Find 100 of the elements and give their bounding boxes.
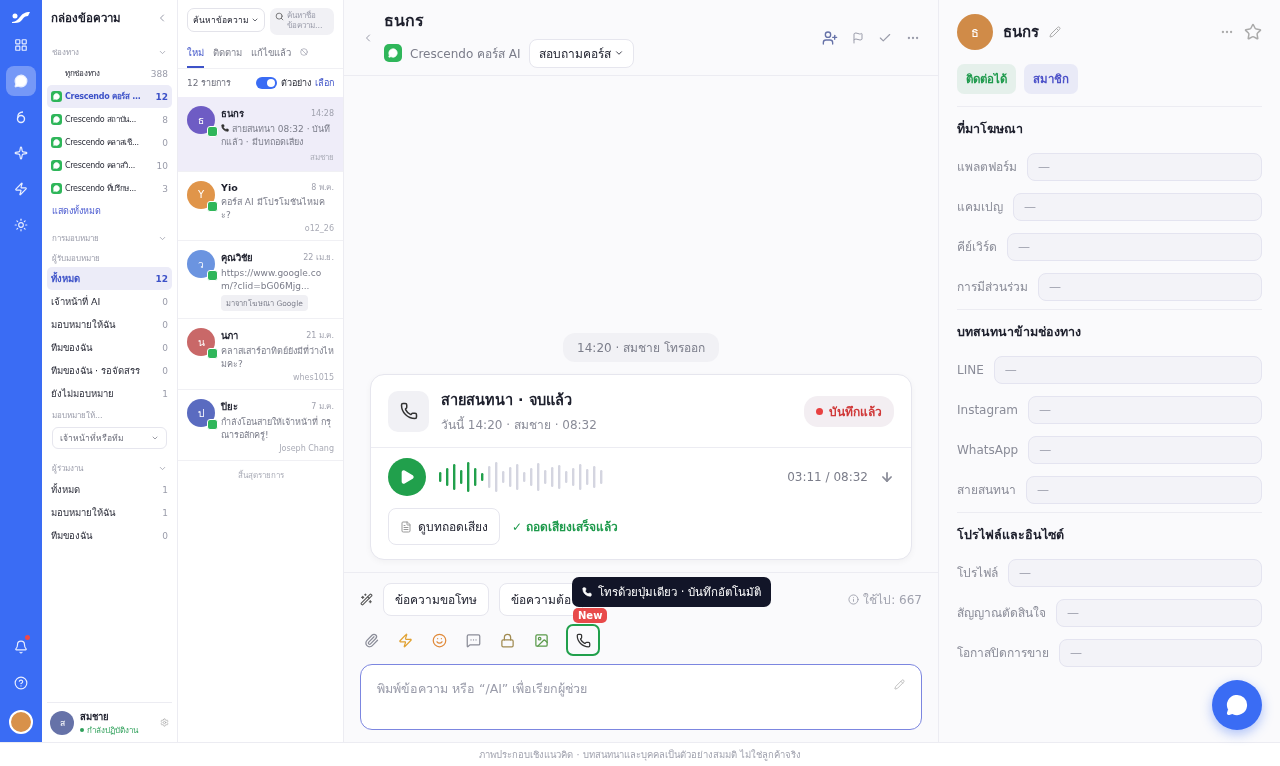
- filter-item[interactable]: ทีมของฉัน 0: [47, 336, 172, 359]
- chevron-icon[interactable]: [158, 234, 167, 243]
- phone-icon: [582, 587, 592, 597]
- chevron-icon[interactable]: [158, 48, 167, 57]
- contact-tag: ติดต่อได้: [957, 64, 1016, 94]
- item-count: 3: [162, 183, 168, 194]
- field-label: การมีส่วนร่วม: [957, 279, 1028, 295]
- show-all-link[interactable]: แสดงทั้งหมด: [47, 200, 172, 222]
- chat-icon: [14, 74, 28, 88]
- settings-icon[interactable]: [160, 718, 169, 727]
- chat-nav-button[interactable]: [6, 66, 36, 96]
- transcript-button[interactable]: ดูบทถอดเสียง: [388, 508, 500, 545]
- message-preview: คลาสเสาร์อาทิตย์ยังมีที่ว่างไหมคะ?: [221, 345, 334, 372]
- agent-name: o12_26: [304, 223, 334, 233]
- phone-icon: [575, 632, 591, 648]
- search-icon: [275, 12, 284, 21]
- toolbar-button[interactable]: [362, 631, 380, 649]
- filter-item[interactable]: มอบหมายให้ฉัน 1: [47, 501, 172, 524]
- item-count: 1: [162, 388, 168, 399]
- channel-item[interactable]: ทุกช่องทาง 388: [47, 62, 172, 85]
- filter-item[interactable]: ยังไม่มอบหมาย 1: [47, 382, 172, 405]
- edit-icon[interactable]: [1049, 26, 1061, 38]
- filter-tab[interactable]: ใหม่: [187, 42, 204, 68]
- profile-avatar[interactable]: [9, 710, 33, 734]
- search-scope-select[interactable]: ค้นหาข้อความ: [187, 8, 265, 32]
- paperclip-icon: [363, 632, 379, 648]
- item-label: ยังไม่มอบหมาย: [51, 387, 115, 401]
- star-icon[interactable]: [1244, 23, 1262, 41]
- item-label: Crescendo คลาสเชี...: [65, 137, 140, 149]
- blocked-icon[interactable]: [300, 48, 308, 57]
- channel-item[interactable]: Crescendo คอร์ส ... 12: [47, 85, 172, 108]
- message-time: 14:28: [310, 108, 334, 118]
- lock-icon: [499, 632, 515, 648]
- section-title: ที่มาโฆษณา: [957, 119, 1024, 138]
- flag-icon[interactable]: [852, 31, 864, 44]
- item-label: ทั้งหมด: [51, 482, 81, 497]
- contact-avatar: ว: [187, 249, 215, 278]
- channel-item[interactable]: Crescendo สถาบัน... 8: [47, 108, 172, 131]
- contact-name: ปิยะ: [221, 400, 238, 415]
- logo-icon[interactable]: [10, 10, 32, 24]
- download-icon[interactable]: [880, 470, 894, 484]
- field-label: แคมเปญ: [957, 199, 1003, 215]
- channel-item[interactable]: Crescendo คลาสวิ... 10: [47, 154, 172, 177]
- usage-count: ใช้ไป: 667: [863, 592, 922, 609]
- contact-name: ธนกร: [221, 106, 244, 121]
- item-label: ทีมของฉัน: [51, 529, 94, 543]
- section-label: ผู้ร่วมงาน: [52, 463, 83, 475]
- filter-item[interactable]: มอบหมายให้ฉัน 0: [47, 313, 172, 336]
- line-icon: [207, 200, 218, 212]
- contact-name: ธนกร: [1003, 22, 1039, 43]
- topic-select[interactable]: สอบถามคอร์ส: [528, 38, 634, 68]
- chevron-icon[interactable]: [158, 464, 167, 473]
- call-event: 14:20 · สมชาย โทรออก: [563, 333, 719, 362]
- filter-tab[interactable]: ติดตาม: [213, 42, 242, 68]
- item-label: Crescendo สถาบัน...: [65, 114, 137, 126]
- preview-toggle[interactable]: [256, 76, 277, 89]
- channel-item[interactable]: Crescendo คลาสเชี... 0: [47, 131, 172, 154]
- user-avatar: ส: [50, 710, 74, 735]
- toolbar-button[interactable]: [532, 631, 550, 649]
- channel-name: Crescendo คอร์ส AI: [410, 45, 521, 63]
- contact-name: คุณวิชัย: [221, 250, 253, 265]
- assign-label: มอบหมายให้...: [51, 410, 104, 422]
- assignee-select[interactable]: เจ้าหน้าที่หรือทีม: [52, 427, 167, 449]
- chat-button[interactable]: [1212, 680, 1262, 730]
- magic-wand-icon[interactable]: [360, 593, 373, 606]
- conversation-item[interactable]: ธ ธนกร 14:28 สายสนทนา 08:32 · บันทึกแล้ว · มีบทถอดเสียง สมชาย: [178, 96, 343, 172]
- agent-name: สมชาย: [310, 151, 334, 164]
- toolbar-button[interactable]: [464, 631, 482, 649]
- inbox-title: กล่องข้อความ: [51, 10, 121, 27]
- filter-item[interactable]: ทั้งหมด 1: [47, 478, 172, 501]
- select-link[interactable]: เลือก: [315, 75, 334, 90]
- toolbar-button[interactable]: [396, 631, 414, 649]
- play-button[interactable]: [388, 458, 426, 496]
- preview-label: ตัวอย่าง: [281, 76, 311, 90]
- filter-tab[interactable]: แก้ไขแล้ว: [251, 42, 291, 68]
- phone-icon: [399, 402, 418, 420]
- chevron-icon: [251, 16, 259, 24]
- assign-user-icon[interactable]: [822, 29, 838, 46]
- filter-item[interactable]: ทีมของฉัน 0: [47, 524, 172, 547]
- item-count: 8: [162, 114, 168, 125]
- message-preview: คอร์ส AI มีโปรโมชันไหมคะ?: [221, 195, 326, 222]
- item-count: 0: [162, 342, 168, 353]
- user-status[interactable]: กำลังปฏิบัติงาน: [80, 723, 154, 737]
- channel-item[interactable]: Crescendo ที่ปรึกษ... 3: [47, 177, 172, 200]
- call-button[interactable]: [566, 624, 600, 656]
- line-icon: [207, 348, 218, 360]
- image-icon: [533, 632, 549, 648]
- footer-note: ภาพประกอบเชิงแนวคิด · บทสนทนาและบุคคลเป็นตัวอย่างสมมติ ไม่ใช่ลูกค้าจริง: [479, 748, 801, 762]
- chat-title: ธนกร: [384, 9, 425, 32]
- filter-item[interactable]: เจ้าหน้าที่ AI 0: [47, 290, 172, 313]
- filter-item[interactable]: ทั้งหมด 12: [47, 267, 172, 290]
- end-of-list: สิ้นสุดรายการ: [178, 461, 343, 491]
- help-icon: [14, 676, 28, 690]
- line-icon: [207, 269, 218, 281]
- toolbar-button[interactable]: [498, 631, 516, 649]
- phone-icon: [221, 123, 229, 132]
- filter-item[interactable]: ทีมของฉัน · รอจัดสรร 0: [47, 359, 172, 382]
- toolbar-button[interactable]: [430, 631, 448, 649]
- quick-reply-button[interactable]: ข้อความขอโทษ: [383, 583, 489, 616]
- message-preview: กำลังโอนสายให้เจ้าหน้าที่ กรุณารอสักครู่!: [221, 416, 332, 443]
